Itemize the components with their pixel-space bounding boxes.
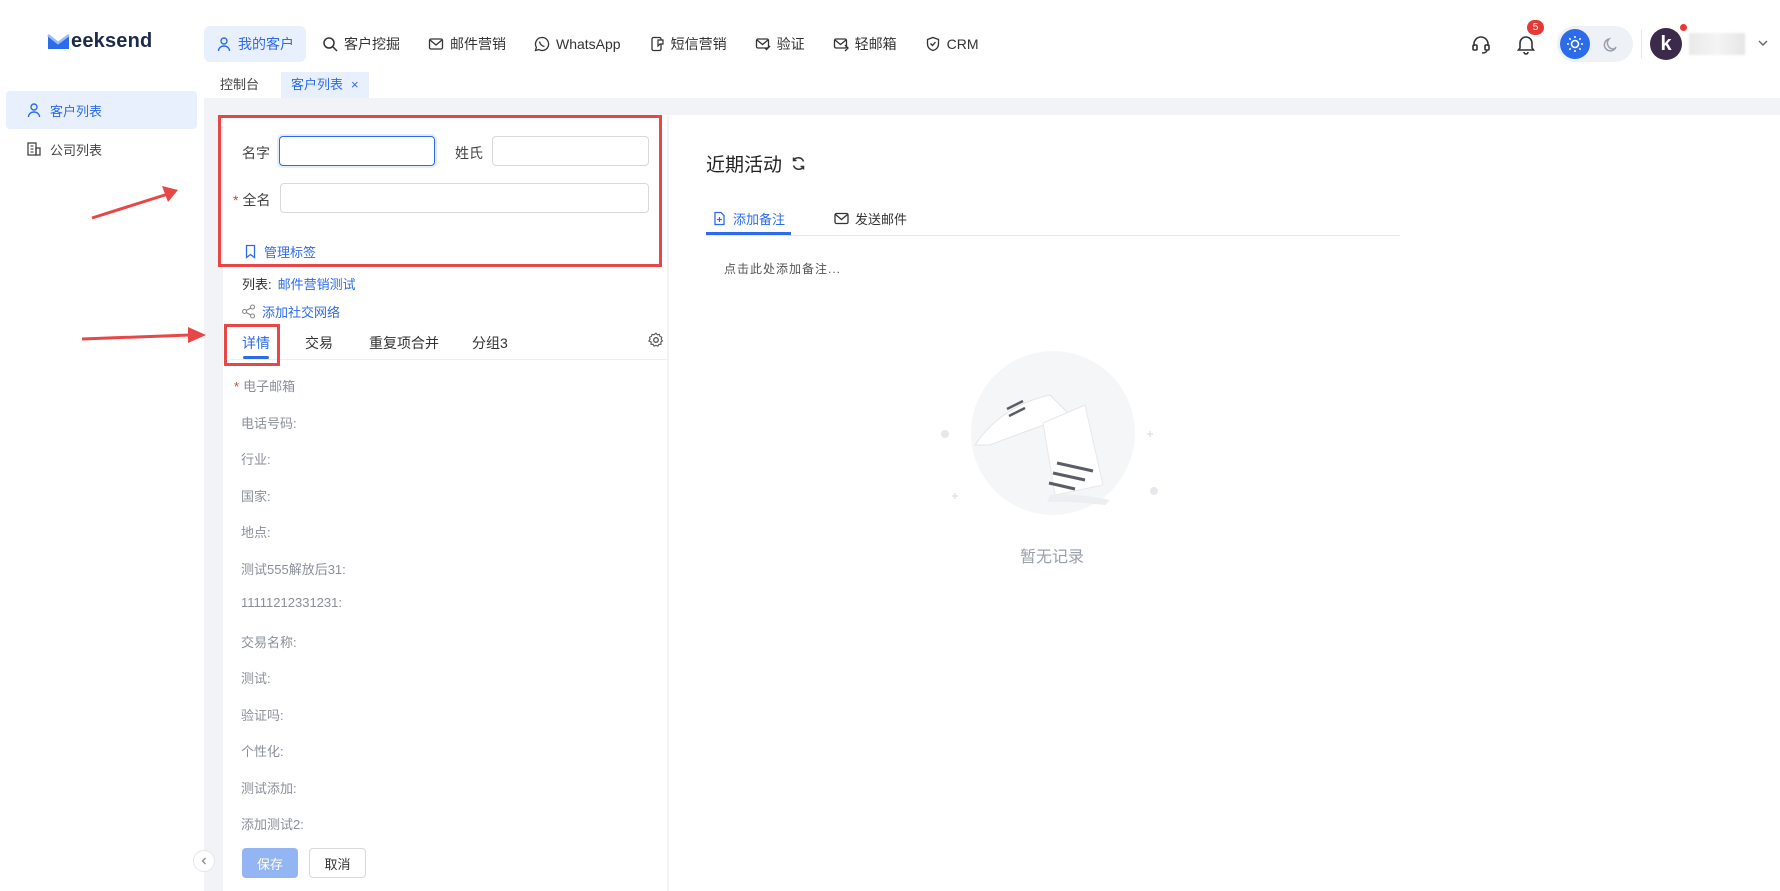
test-add-field-label: 测试添加: [241,781,297,796]
sun-icon[interactable] [1560,29,1590,59]
close-icon[interactable]: × [351,72,359,98]
nav-customer-mining[interactable]: 客户挖掘 [310,26,412,62]
tab-label: 添加备注 [733,212,786,227]
geeksend-logo[interactable]: eeksend [46,30,152,53]
nav-my-customers[interactable]: 我的客户 [204,26,306,62]
phone-field-label: 电话号码: [241,416,297,431]
light-mail-icon [833,38,849,52]
sidebar-collapse-button[interactable] [193,850,215,872]
sidebar-item-company-list[interactable]: 公司列表 [6,130,197,168]
sms-icon [650,36,664,52]
tab-add-note[interactable]: 添加备注 [712,209,785,228]
add-note-placeholder[interactable]: 点击此处添加备注... [724,260,841,277]
email-field-label: * 电子邮箱 [234,376,295,395]
list-value-link[interactable]: 邮件营销测试 [278,274,356,293]
sidebar-item-label: 公司列表 [50,142,103,158]
search-icon [323,37,338,52]
custom-field-label: 测试555解放后31: [241,562,346,577]
nav-label: 短信营销 [670,36,727,52]
add-test2-field-label: 添加测试2: [241,817,304,832]
detail-tabbar [230,328,667,360]
headset-icon[interactable] [1470,33,1492,55]
cancel-button[interactable]: 取消 [309,848,366,878]
list-prefix: 列表: [242,277,272,292]
shield-icon [926,36,939,52]
tab-merge-duplicates[interactable]: 重复项合并 [369,333,439,353]
active-tab-indicator [706,232,791,235]
email-label-text: 电子邮箱 [243,379,296,394]
custom-field-label: 11111212331231: [241,595,342,610]
chevron-left-icon [201,857,206,865]
country-field-label: 国家: [241,489,271,504]
empty-state-text: 暂无记录 [1020,549,1085,566]
chevron-down-icon[interactable] [1756,36,1770,50]
tab-send-email[interactable]: 发送邮件 [834,209,907,228]
whatsapp-icon [534,36,550,52]
avatar-status-dot [1680,24,1687,31]
deal-name-field-label: 交易名称: [241,635,297,650]
notification-badge: 5 [1527,20,1544,35]
annotation-box-details-tab [224,324,280,366]
nav-email-marketing[interactable]: 邮件营销 [416,26,518,62]
nav-label: 邮件营销 [450,36,506,52]
logo-text: eeksend [71,30,153,52]
tab-deals[interactable]: 交易 [305,333,333,353]
user-icon [27,103,41,118]
activity-tabbar [706,204,1400,236]
annotation-box-name-fields [218,115,662,267]
blurred-username[interactable] [1689,33,1745,55]
main-nav: 我的客户 客户挖掘 邮件营销 WhatsApp 短信营销 验证 轻邮箱 CRM [204,26,990,62]
mail-icon [834,212,849,225]
annotation-arrow-icon [81,327,206,343]
add-social-label: 添加社交网络 [262,305,341,320]
refresh-icon[interactable] [790,155,807,172]
user-avatar[interactable]: k [1650,28,1682,60]
personalize-field-label: 个性化: [241,744,284,759]
recent-activity-title: 近期活动 [706,150,807,177]
annotation-arrow-icon [91,186,178,220]
nav-label: 我的客户 [238,36,294,52]
nav-label: 客户挖掘 [344,36,400,52]
save-button[interactable]: 保存 [242,848,298,878]
nav-crm[interactable]: CRM [913,26,991,62]
nav-label: 轻邮箱 [854,36,897,52]
list-row: 列表: 邮件营销测试 [242,274,356,293]
logo-mark-icon [47,33,70,49]
theme-toggle[interactable] [1557,26,1633,62]
tab-label: 客户列表 [291,77,344,92]
nav-label: WhatsApp [556,36,621,52]
building-icon [27,142,41,156]
mail-icon [428,38,444,50]
sidebar-item-label: 客户列表 [50,103,103,119]
header-divider [1641,30,1642,58]
location-field-label: 地点: [241,525,271,540]
page-tabbar: 控制台 客户列表 × [204,72,369,98]
required-mark: * [234,379,240,394]
verify-field-label: 验证吗: [241,708,284,723]
nav-label: 验证 [776,36,805,52]
tab-customer-list[interactable]: 客户列表 × [281,72,369,98]
nav-label: CRM [946,36,979,52]
nav-light-mailbox[interactable]: 轻邮箱 [821,26,909,62]
empty-state-illustration [941,351,1158,515]
mail-check-icon [755,38,771,51]
nav-verify[interactable]: 验证 [743,26,817,62]
tab-label: 发送邮件 [855,212,908,227]
activity-title-text: 近期活动 [706,155,783,176]
note-icon [714,211,725,226]
moon-icon[interactable] [1601,34,1621,54]
test-field-label: 测试: [241,671,271,686]
nav-whatsapp[interactable]: WhatsApp [522,26,633,62]
gear-icon[interactable] [648,332,664,348]
sidebar-item-customer-list[interactable]: 客户列表 [6,91,197,129]
bell-icon[interactable] [1515,33,1537,55]
tab-group3[interactable]: 分组3 [472,333,508,353]
share-icon [241,304,256,319]
tab-console[interactable]: 控制台 [204,72,275,98]
nav-sms-marketing[interactable]: 短信营销 [637,26,739,62]
user-icon [217,37,231,52]
add-social-link[interactable]: 添加社交网络 [241,302,340,321]
industry-field-label: 行业: [241,452,271,467]
